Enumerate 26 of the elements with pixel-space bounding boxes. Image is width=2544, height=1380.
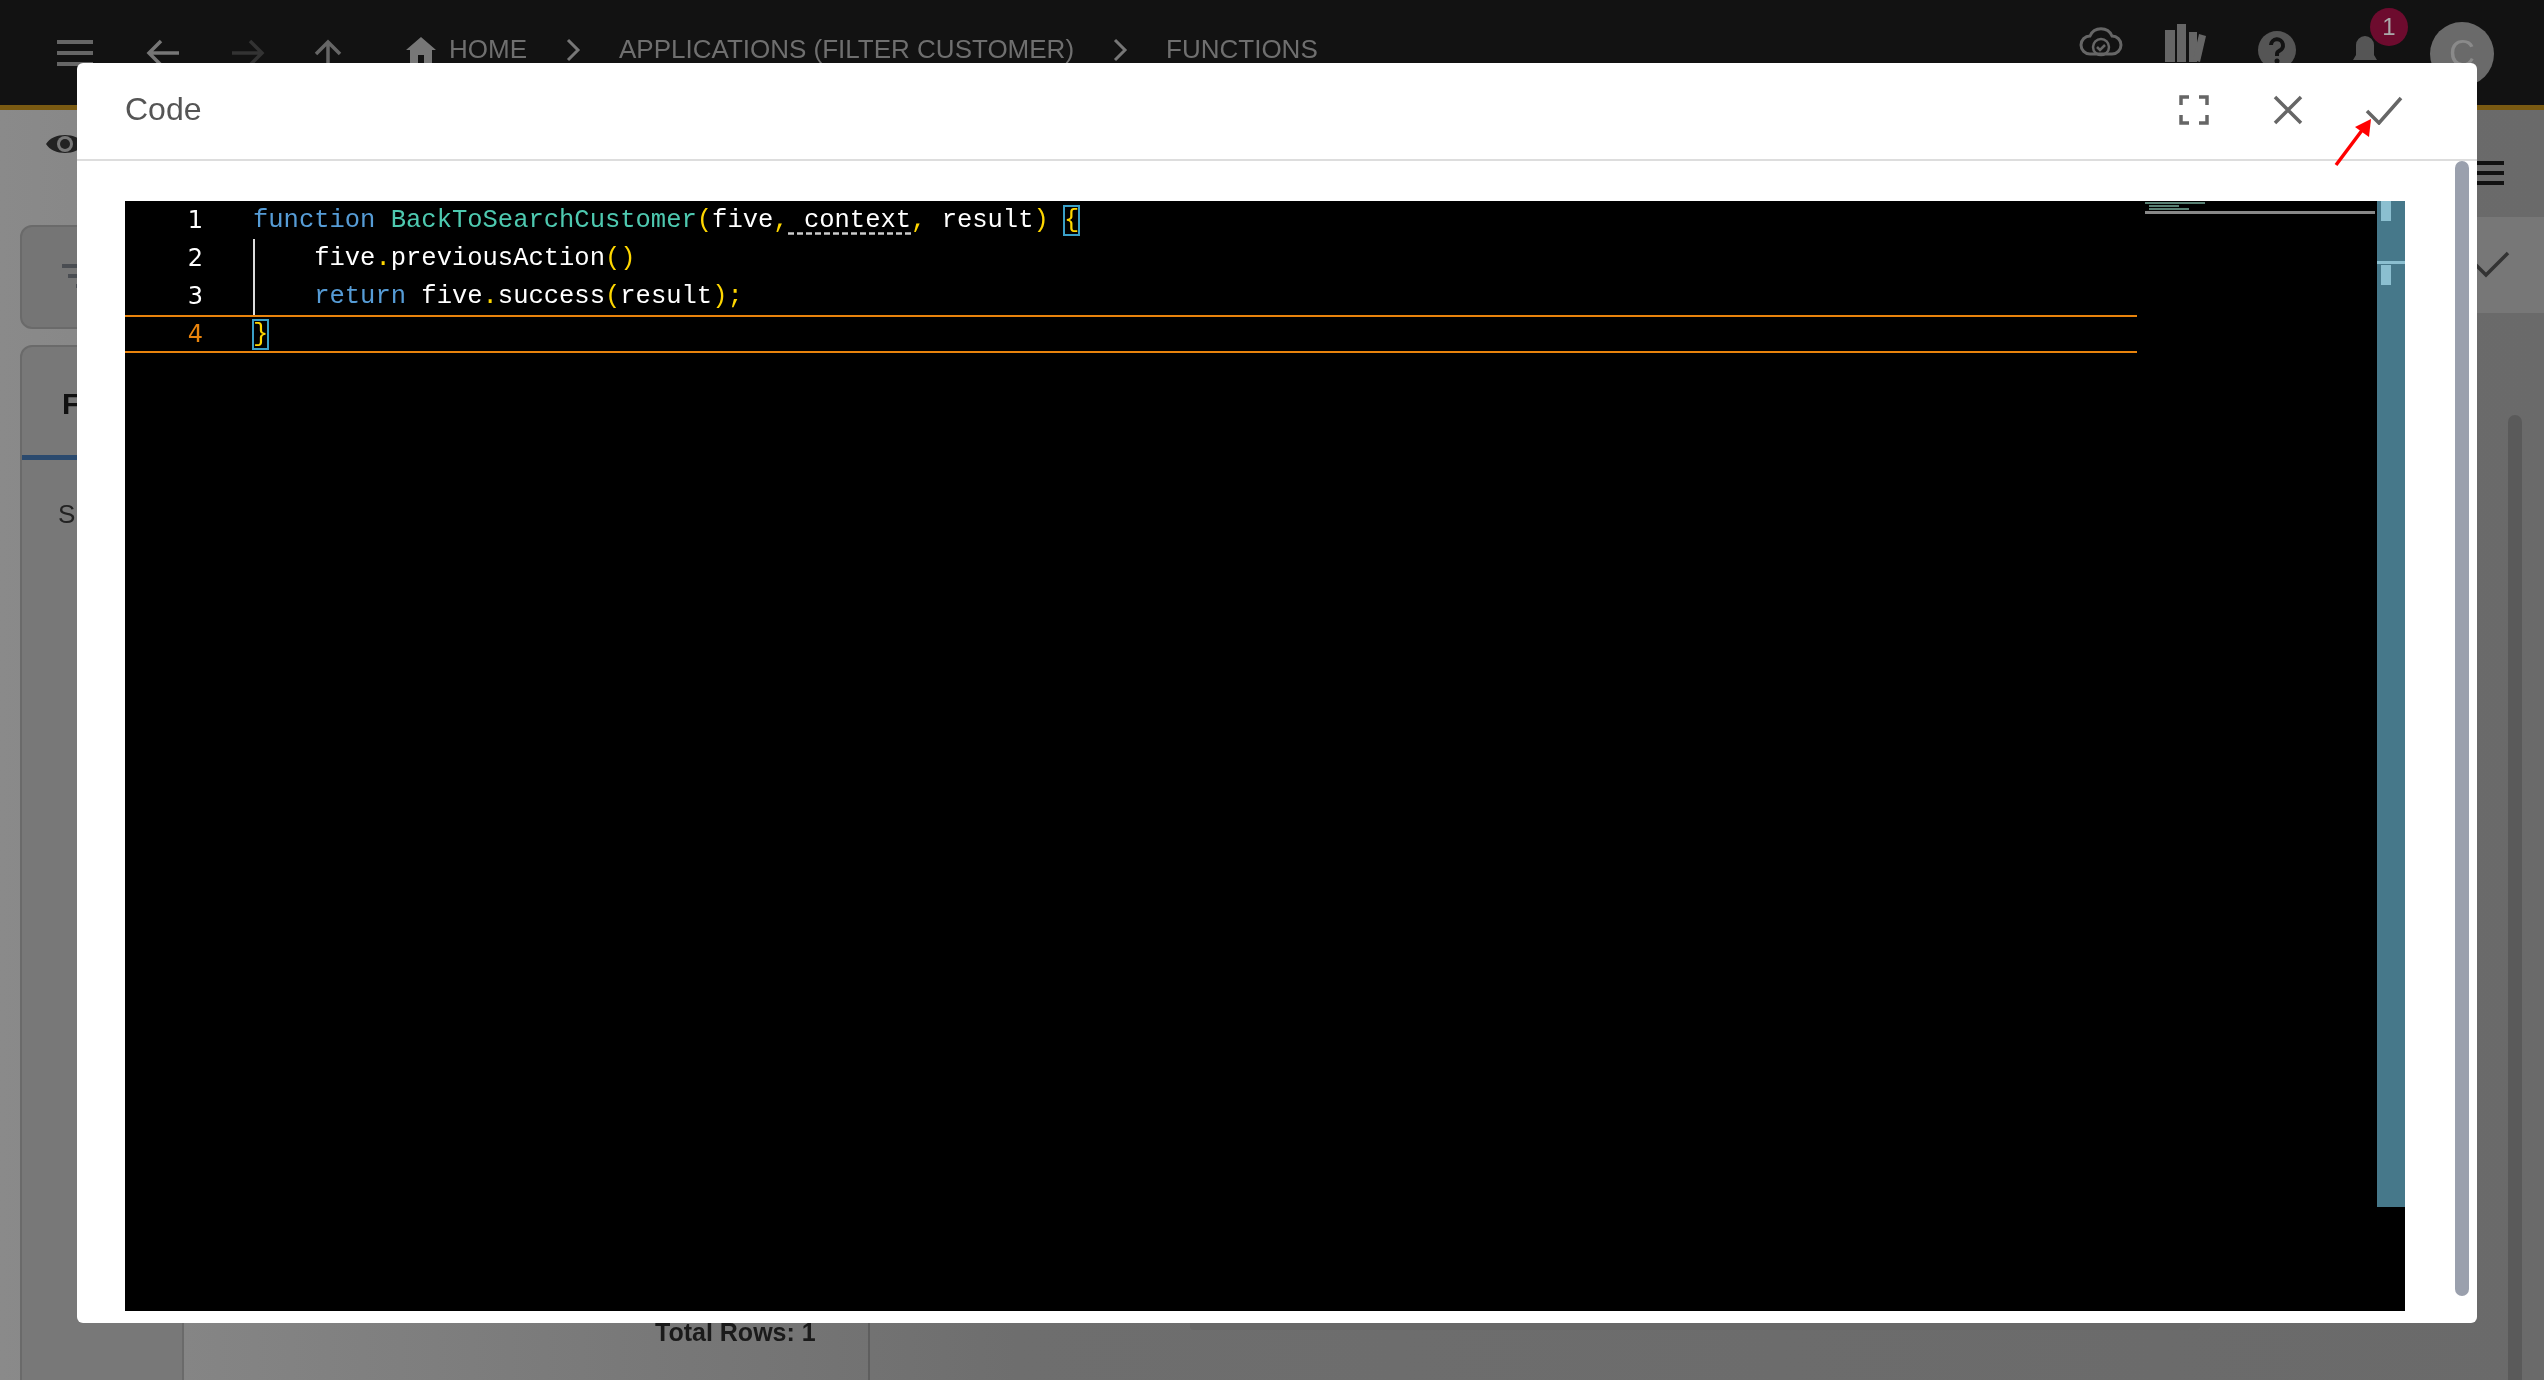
notification-badge: 1 [2370,8,2408,46]
pointer-arrow [2333,119,2373,167]
chevron-icon [1112,36,1129,63]
breadcrumb-link[interactable]: HOME [405,34,527,65]
code-line: return five.success(result); [313,281,743,311]
line-number: 2 [186,244,203,272]
list-item[interactable]: S [58,499,76,530]
line-number: 1 [186,206,203,234]
dialog-scrollbar[interactable] [2455,161,2469,1296]
check-icon [2474,250,2510,280]
code-editor[interactable]: 1 function BackToSearchCustomer(five, context, result) { 2 five.previousAction() 3 return five.success(result); 4 } [125,201,2405,1311]
chevron-icon [565,36,581,63]
line-number: 4 [186,320,203,348]
code-line: } [253,319,269,349]
breadcrumb-link[interactable]: FUNCTIONS [1166,34,1318,65]
dialog-title: Code [125,91,202,128]
code-line: function BackToSearchCustomer(five, context, result) { [253,205,1080,235]
editor-scrollbar[interactable] [2377,201,2405,1207]
minimap[interactable] [2145,201,2375,215]
menu-icon[interactable] [55,38,95,68]
total-rows-label: Total Rows: 1 [655,1318,816,1347]
books-icon[interactable] [2163,22,2209,62]
line-number: 3 [186,282,203,310]
home-icon [405,35,437,64]
breadcrumb-link[interactable]: APPLICATIONS (FILTER CUSTOMER) [619,34,1075,65]
code-line: five.previousAction() [313,243,636,273]
